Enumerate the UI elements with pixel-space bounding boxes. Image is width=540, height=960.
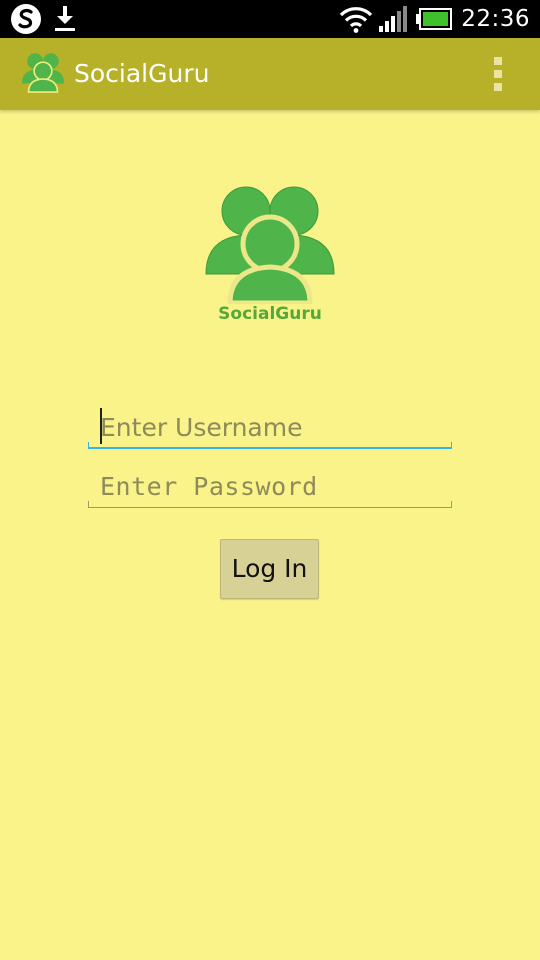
status-time: 22:36 <box>461 6 530 32</box>
password-field-container <box>88 464 452 508</box>
password-input[interactable] <box>88 464 452 508</box>
status-bar-right: 22:36 <box>339 0 530 38</box>
app-s-icon <box>11 4 41 34</box>
text-cursor <box>100 408 102 444</box>
download-icon <box>55 6 75 31</box>
battery-icon <box>416 8 453 30</box>
status-bar-left <box>10 0 78 38</box>
overflow-menu-icon[interactable] <box>486 57 510 91</box>
signal-icon <box>379 6 408 32</box>
people-group-icon <box>205 186 335 304</box>
username-underline <box>88 442 452 449</box>
logo-text: SocialGuru <box>218 304 322 324</box>
status-bar: 22:36 <box>0 0 540 38</box>
username-field-container <box>88 405 452 449</box>
people-group-icon[interactable] <box>20 53 66 93</box>
password-underline <box>88 501 452 508</box>
action-bar: SocialGuru <box>0 38 540 110</box>
action-bar-title: SocialGuru <box>74 59 210 88</box>
username-input[interactable] <box>88 405 452 449</box>
wifi-icon <box>340 7 373 33</box>
login-button[interactable]: Log In <box>220 539 319 599</box>
